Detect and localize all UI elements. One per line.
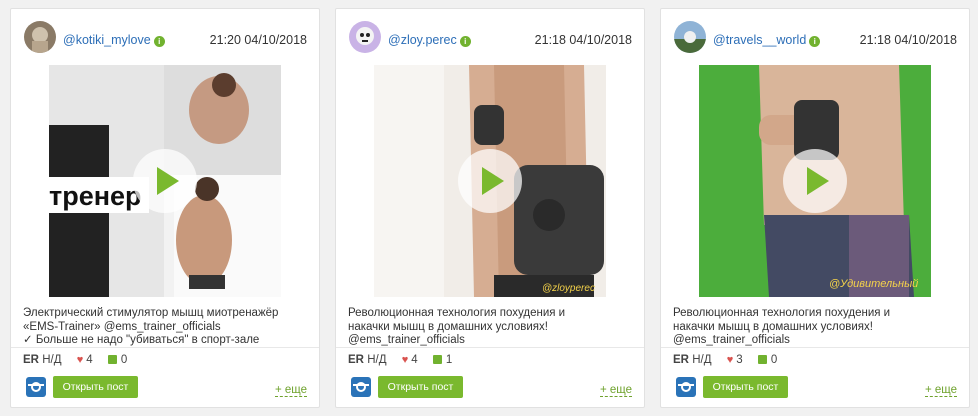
post-footer: Открыть пост + еще bbox=[11, 375, 319, 399]
play-icon[interactable] bbox=[133, 149, 197, 213]
er-value: Н/Д bbox=[692, 354, 712, 366]
more-link[interactable]: + еще bbox=[274, 384, 307, 397]
post-header: @zloy.perec i 21:18 04/10/2018 bbox=[336, 9, 644, 65]
likes-count: 4 bbox=[86, 354, 93, 366]
instagram-icon[interactable] bbox=[26, 377, 46, 397]
post-datetime: 21:20 04/10/2018 bbox=[209, 33, 307, 47]
post-stats: ER Н/Д ♥ 4 1 bbox=[348, 354, 464, 366]
play-icon[interactable] bbox=[458, 149, 522, 213]
post-stats: ER Н/Д ♥ 4 0 bbox=[23, 354, 139, 366]
post-header: @kotiki_mylove i 21:20 04/10/2018 bbox=[11, 9, 319, 65]
more-link[interactable]: + еще bbox=[599, 384, 632, 397]
media-overlay-text: @Удивительный bbox=[829, 278, 918, 290]
instagram-icon[interactable] bbox=[351, 377, 371, 397]
caption-line: накачки мышц в домашних условиях! bbox=[673, 320, 873, 333]
divider bbox=[336, 347, 644, 348]
media-overlay-text: @zloyperec bbox=[542, 283, 595, 294]
caption-line: ✓ Больше не надо "убиваться" в спорт-зал… bbox=[23, 334, 260, 346]
er-label: ER bbox=[673, 354, 689, 366]
username-link[interactable]: @zloy.perec i bbox=[388, 33, 471, 47]
likes-count: 3 bbox=[736, 354, 743, 366]
open-post-button[interactable]: Открыть пост bbox=[53, 376, 138, 398]
heart-icon: ♥ bbox=[401, 354, 409, 366]
comment-icon bbox=[432, 355, 442, 364]
post-caption: Революционная технология похудения и нак… bbox=[673, 307, 961, 347]
heart-icon: ♥ bbox=[76, 354, 84, 366]
open-post-button[interactable]: Открыть пост bbox=[703, 376, 788, 398]
divider bbox=[661, 347, 969, 348]
comments-count: 0 bbox=[770, 354, 778, 366]
caption-line: Революционная технология похудения и bbox=[348, 307, 566, 319]
comments-count: 1 bbox=[445, 354, 453, 366]
heart-icon: ♥ bbox=[726, 354, 734, 366]
post-datetime: 21:18 04/10/2018 bbox=[859, 33, 957, 47]
caption-line: @ems_trainer_officials bbox=[348, 334, 465, 346]
caption-line: Революционная технология похудения и bbox=[673, 307, 891, 319]
post-stats: ER Н/Д ♥ 3 0 bbox=[673, 354, 789, 366]
instagram-icon[interactable] bbox=[676, 377, 696, 397]
play-icon[interactable] bbox=[783, 149, 847, 213]
post-card: @travels__world i 21:18 04/10/2018 @Удиви… bbox=[660, 8, 970, 408]
post-card: @kotiki_mylove i 21:20 04/10/2018 тренер … bbox=[10, 8, 320, 408]
avatar[interactable] bbox=[674, 21, 706, 53]
comment-icon bbox=[757, 355, 767, 364]
likes-count: 4 bbox=[411, 354, 418, 366]
avatar[interactable] bbox=[349, 21, 381, 53]
post-footer: Открыть пост + еще bbox=[336, 375, 644, 399]
post-caption: Революционная технология похудения и нак… bbox=[348, 307, 636, 347]
post-video-thumbnail[interactable]: тренер bbox=[49, 65, 281, 297]
open-post-button[interactable]: Открыть пост bbox=[378, 376, 463, 398]
username-link[interactable]: @kotiki_mylove i bbox=[63, 33, 165, 47]
post-footer: Открыть пост + еще bbox=[661, 375, 969, 399]
post-card: @zloy.perec i 21:18 04/10/2018 @zloyperec… bbox=[335, 8, 645, 408]
comment-icon bbox=[107, 355, 117, 364]
media-overlay-text: тренер bbox=[49, 181, 142, 211]
post-caption: Электрический стимулятор мышц миотренажё… bbox=[23, 307, 311, 347]
more-link[interactable]: + еще bbox=[924, 384, 957, 397]
comments-count: 0 bbox=[120, 354, 128, 366]
er-label: ER bbox=[348, 354, 364, 366]
er-label: ER bbox=[23, 354, 39, 366]
er-value: Н/Д bbox=[367, 354, 387, 366]
post-datetime: 21:18 04/10/2018 bbox=[534, 33, 632, 47]
verified-icon: i bbox=[809, 36, 821, 47]
avatar[interactable] bbox=[24, 21, 56, 53]
post-video-thumbnail[interactable]: @Удивительный bbox=[699, 65, 931, 297]
post-header: @travels__world i 21:18 04/10/2018 bbox=[661, 9, 969, 65]
divider bbox=[11, 347, 319, 348]
caption-line: накачки мышц в домашних условиях! bbox=[348, 320, 548, 333]
caption-line: Электрический стимулятор мышц миотренажё… bbox=[23, 307, 279, 319]
caption-line: @ems_trainer_officials bbox=[673, 334, 790, 346]
caption-line: «EMS-Trainer» @ems_trainer_officials bbox=[23, 320, 221, 333]
er-value: Н/Д bbox=[42, 354, 62, 366]
verified-icon: i bbox=[153, 36, 165, 47]
post-video-thumbnail[interactable]: @zloyperec bbox=[374, 65, 606, 297]
verified-icon: i bbox=[459, 36, 471, 47]
username-link[interactable]: @travels__world i bbox=[713, 33, 821, 47]
